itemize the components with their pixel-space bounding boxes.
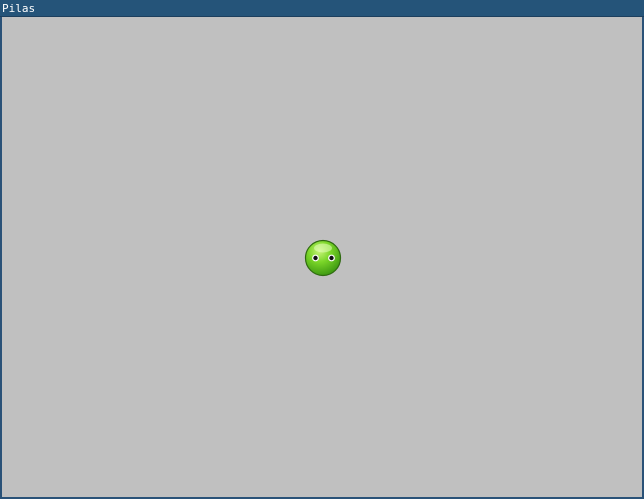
left-eye [312,254,319,262]
green-ball-face-icon[interactable] [304,239,342,277]
right-eye [328,254,335,262]
window-title: Pilas [2,2,36,15]
title-bar[interactable]: Pilas [0,0,644,17]
app-window: Pilas [0,0,644,499]
ball-shine [314,243,332,253]
game-canvas[interactable] [2,17,642,497]
